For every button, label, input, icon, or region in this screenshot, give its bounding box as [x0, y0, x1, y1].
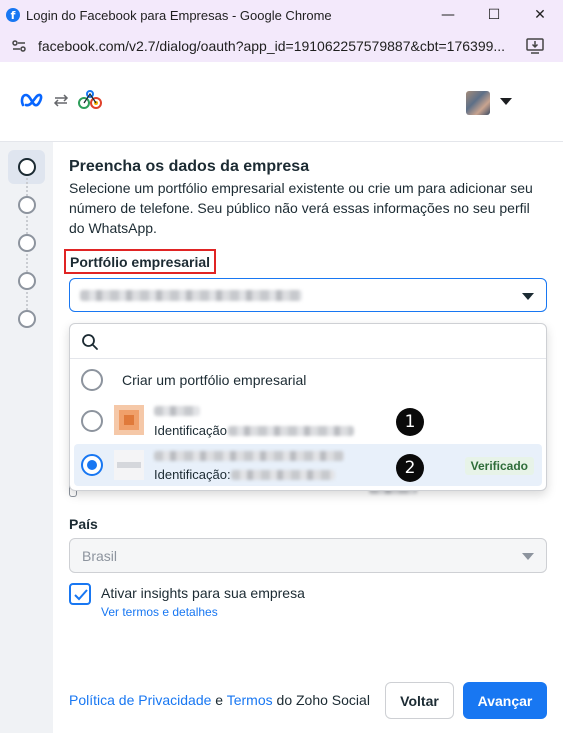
step-3	[18, 234, 36, 252]
terms-details-link[interactable]: Ver termos e detalhes	[101, 605, 218, 619]
portfolio-option-1[interactable]: Identificação 1	[74, 401, 542, 443]
site-settings-icon[interactable]	[8, 35, 30, 57]
user-avatar[interactable]	[466, 91, 490, 115]
create-portfolio-label: Criar um portfólio empresarial	[122, 372, 307, 388]
chevron-down-icon[interactable]	[500, 98, 512, 105]
step-5	[18, 310, 36, 328]
footer-and-text: e	[211, 692, 227, 708]
dialog-header	[0, 62, 563, 142]
form-description: Selecione um portfólio empresarial exist…	[69, 180, 533, 236]
redacted-business-name	[154, 451, 344, 461]
minimize-button[interactable]: —	[425, 0, 471, 30]
portfolio-label: Portfólio empresarial	[64, 249, 217, 274]
terms-link[interactable]: Termos	[227, 692, 273, 708]
business-thumbnail	[114, 450, 144, 480]
step-connector	[26, 178, 28, 196]
business-thumbnail	[114, 405, 144, 435]
insights-label: Ativar insights para sua empresa	[101, 585, 305, 601]
redacted-business-id	[228, 426, 354, 436]
window-titlebar: f Login do Facebook para Empresas - Goog…	[0, 0, 563, 30]
zoho-social-app-icon	[77, 88, 103, 119]
step-connector	[26, 292, 28, 310]
step-2	[18, 196, 36, 214]
portfolio-option-2[interactable]: Identificação: 2 Verificado	[74, 444, 542, 486]
sync-arrows-icon	[52, 91, 70, 114]
maximize-button[interactable]: ☐	[471, 0, 517, 30]
chevron-down-icon[interactable]	[522, 293, 534, 300]
verified-badge: Verificado	[464, 457, 534, 475]
redacted-business-name	[154, 406, 200, 416]
back-button[interactable]: Voltar	[385, 682, 454, 719]
portfolio-select[interactable]	[69, 278, 547, 312]
footer-suffix: do Zoho Social	[272, 692, 370, 708]
progress-stepper	[0, 142, 53, 733]
step-4	[18, 272, 36, 290]
address-bar: facebook.com/v2.7/dialog/oauth?app_id=19…	[0, 30, 563, 62]
insights-checkbox[interactable]	[69, 583, 91, 605]
country-select[interactable]: Brasil	[69, 538, 547, 573]
create-portfolio-option[interactable]: Criar um portfólio empresarial	[74, 359, 542, 401]
page-title: Preencha os dados da empresa	[69, 158, 310, 175]
meta-logo-icon	[20, 92, 46, 113]
business-id-label: Identificação:	[154, 467, 231, 482]
next-button[interactable]: Avançar	[463, 682, 547, 719]
portfolio-search-input[interactable]	[70, 324, 546, 359]
radio-button[interactable]	[81, 369, 103, 391]
install-app-icon[interactable]	[525, 36, 545, 56]
chevron-down-icon	[522, 553, 534, 560]
step-1	[18, 158, 36, 176]
privacy-policy-link[interactable]: Política de Privacidade	[69, 692, 211, 708]
close-button[interactable]: ✕	[517, 0, 563, 30]
footer-legal-text: Política de Privacidade e Termos do Zoho…	[69, 692, 370, 708]
country-value: Brasil	[82, 548, 118, 564]
redacted-business-id	[231, 470, 335, 480]
facebook-favicon-icon: f	[6, 8, 20, 22]
portfolio-dropdown: Criar um portfólio empresarial Identific…	[69, 323, 547, 491]
url-text[interactable]: facebook.com/v2.7/dialog/oauth?app_id=19…	[38, 38, 508, 54]
window-title: Login do Facebook para Empresas - Google…	[26, 7, 332, 23]
country-label: País	[69, 516, 98, 532]
redacted-portfolio-name	[80, 290, 302, 301]
checkmark-icon	[74, 589, 88, 601]
radio-button-selected[interactable]	[81, 454, 103, 476]
step-connector	[26, 254, 28, 272]
window-controls: — ☐ ✕	[425, 0, 563, 30]
annotation-marker: 2	[396, 454, 424, 482]
annotation-marker: 1	[396, 408, 424, 436]
radio-button[interactable]	[81, 410, 103, 432]
step-connector	[26, 216, 28, 234]
search-icon	[81, 333, 99, 356]
business-id-label: Identificação	[154, 423, 227, 438]
